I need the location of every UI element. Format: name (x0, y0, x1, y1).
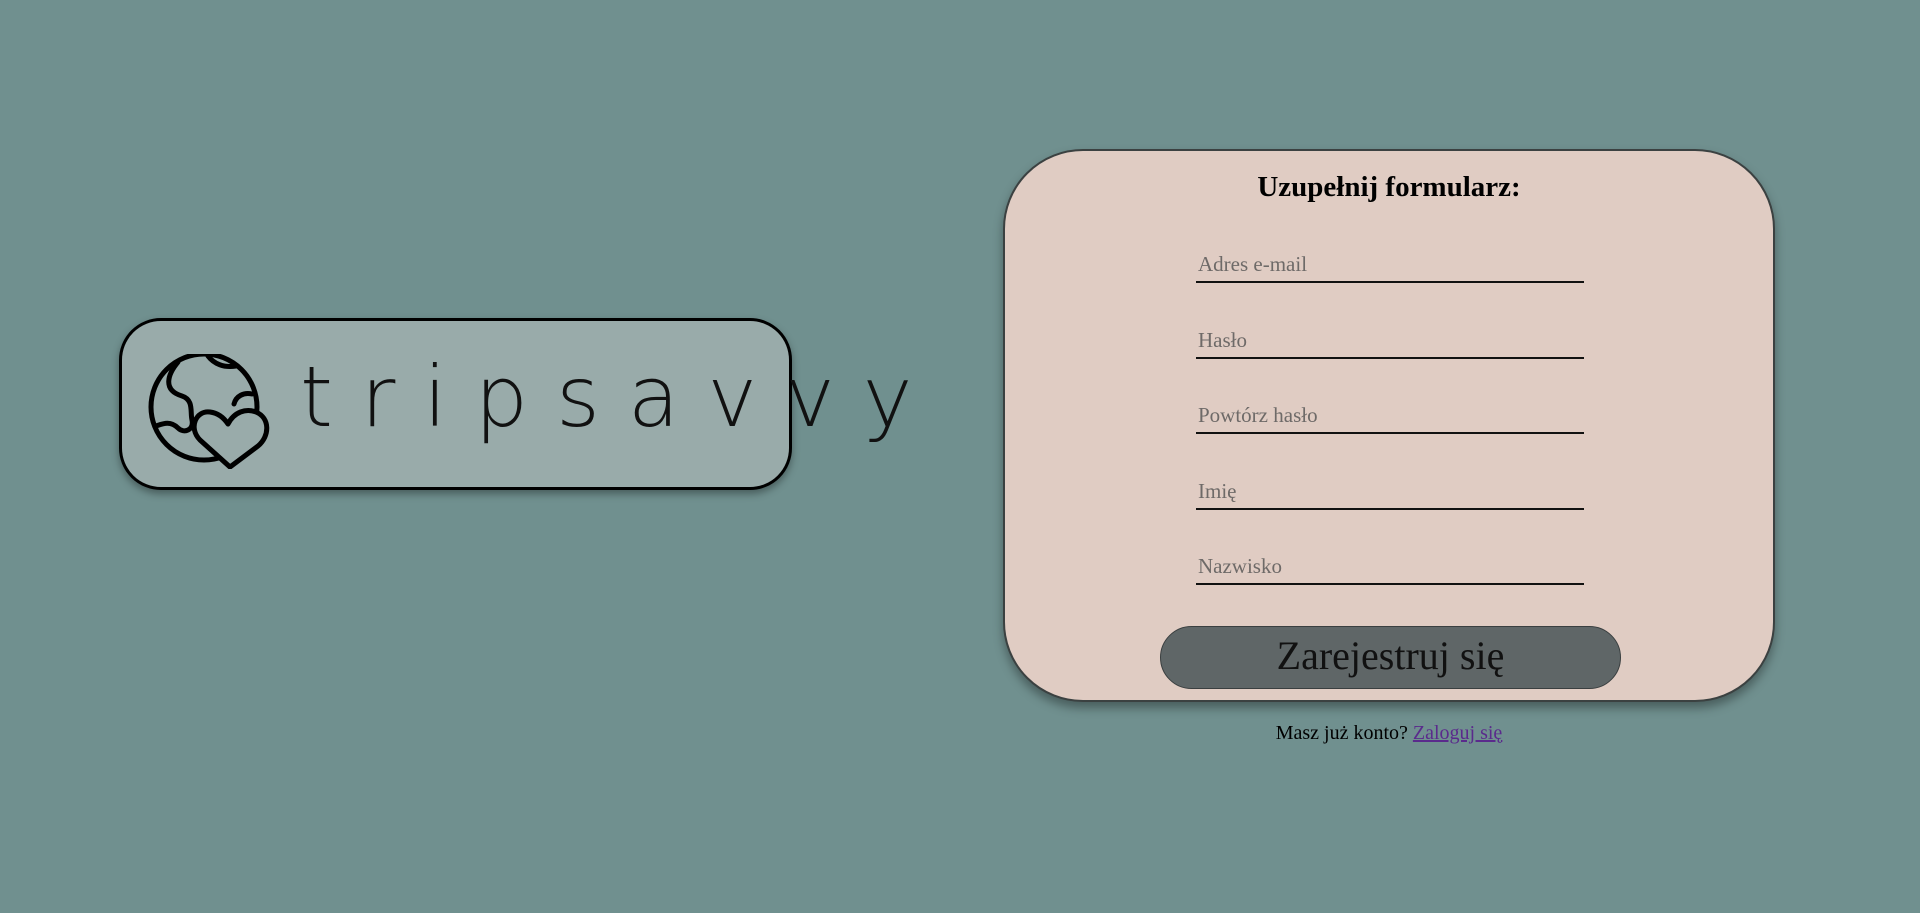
login-prompt-row: Masz już konto? Zaloguj się (1003, 722, 1775, 745)
registration-form: Uzupełnij formularz: Zarejestruj się (1003, 149, 1775, 702)
repeat-password-field[interactable] (1196, 398, 1584, 434)
login-prompt-text: Masz już konto? (1275, 722, 1413, 744)
password-field[interactable] (1196, 323, 1584, 359)
email-field[interactable] (1196, 247, 1584, 283)
globe-heart-icon (148, 354, 270, 469)
logo-panel: tripsavvy (119, 318, 913, 490)
first-name-field[interactable] (1196, 474, 1584, 510)
last-name-field[interactable] (1196, 549, 1584, 585)
form-title: Uzupełnij formularz: (1257, 171, 1521, 203)
brand-name: tripsavvy (300, 348, 941, 446)
login-link[interactable]: Zaloguj się (1413, 722, 1502, 744)
register-button[interactable]: Zarejestruj się (1160, 626, 1621, 689)
